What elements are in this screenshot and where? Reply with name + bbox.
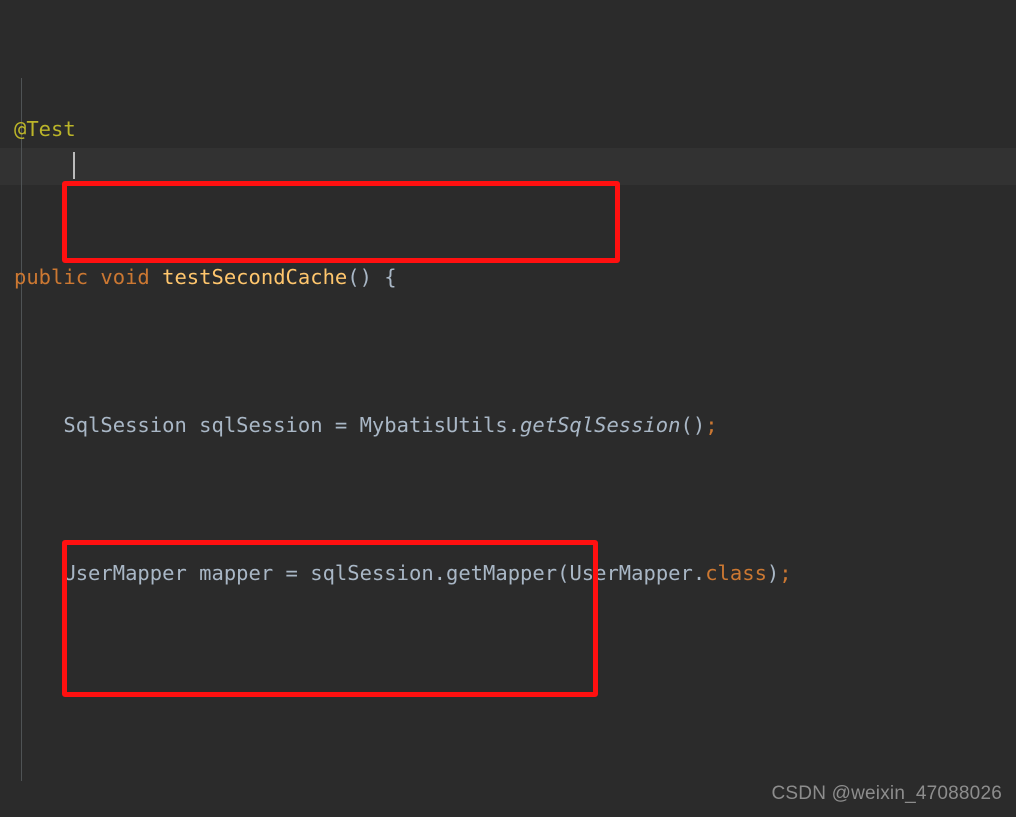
keyword-void: void bbox=[100, 265, 150, 289]
assign-operator: = bbox=[322, 413, 360, 437]
keyword-class: class bbox=[705, 561, 767, 585]
paren-close: ) bbox=[766, 561, 780, 585]
code-line-4[interactable]: UserMapper mapper = sqlSession.getMapper… bbox=[0, 555, 1016, 592]
arg-UserMapper: UserMapper bbox=[569, 561, 693, 585]
method-getMapper: getMapper bbox=[446, 561, 558, 585]
code-line-5-empty-caret[interactable] bbox=[0, 703, 1016, 740]
csdn-watermark: CSDN @weixin_47088026 bbox=[771, 783, 1002, 804]
var-sqlSession: sqlSession bbox=[199, 413, 323, 437]
text-caret bbox=[73, 152, 75, 179]
assign-operator: = bbox=[273, 561, 311, 585]
var-mapper: mapper bbox=[199, 561, 274, 585]
dot: . bbox=[692, 561, 706, 585]
semicolon: ; bbox=[705, 413, 718, 437]
code-line-2[interactable]: public void testSecondCache() { bbox=[0, 259, 1016, 296]
type-SqlSession: SqlSession bbox=[63, 413, 187, 437]
code-editor-screenshot: @Test public void testSecondCache() { Sq… bbox=[0, 0, 1016, 817]
dot: . bbox=[507, 413, 521, 437]
dot: . bbox=[433, 561, 446, 585]
code-line-3[interactable]: SqlSession sqlSession = MybatisUtils.get… bbox=[0, 407, 1016, 444]
paren-open: ( bbox=[557, 561, 570, 585]
parens: () bbox=[680, 413, 706, 437]
keyword-public: public bbox=[14, 265, 89, 289]
method-signature-tail: () { bbox=[347, 265, 397, 289]
method-name-testSecondCache: testSecondCache bbox=[162, 265, 348, 289]
class-MybatisUtils: MybatisUtils bbox=[359, 413, 508, 437]
editor-surface[interactable]: @Test public void testSecondCache() { Sq… bbox=[0, 0, 1016, 817]
annotation-token: @Test bbox=[14, 117, 76, 141]
receiver-sqlSession: sqlSession bbox=[310, 561, 434, 585]
code-text[interactable]: @Test public void testSecondCache() { Sq… bbox=[0, 0, 1016, 817]
code-line-1[interactable]: @Test bbox=[0, 111, 1016, 148]
semicolon: ; bbox=[779, 561, 792, 585]
static-method-getSqlSession: getSqlSession bbox=[520, 413, 681, 437]
type-UserMapper: UserMapper bbox=[63, 561, 187, 585]
